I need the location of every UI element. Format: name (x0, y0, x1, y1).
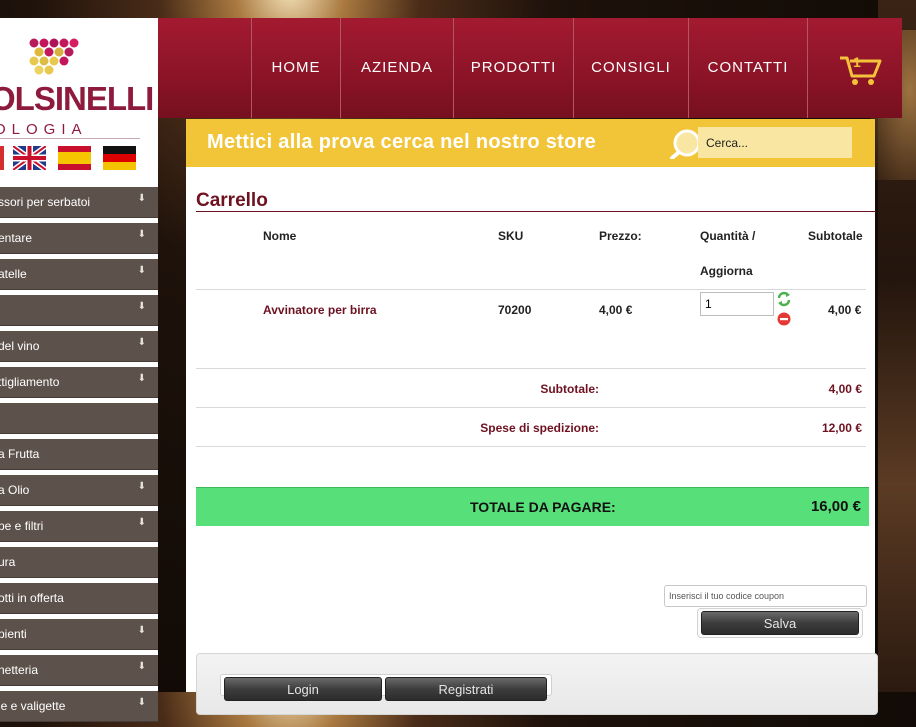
brand-logo[interactable]: OLSINELLI OLOGIA (0, 18, 158, 139)
sidebar-item-label: le e valigette (0, 699, 66, 713)
sidebar-item-label: a Olio (0, 483, 30, 497)
sidebar-item-label: pe e filtri (0, 519, 44, 533)
sidebar-item-label: del vino (0, 339, 40, 353)
column-header-quantity: Quantità / (700, 229, 756, 243)
title-divider (196, 211, 876, 212)
total-label: TOTALE DA PAGARE: (470, 499, 616, 515)
logo-divider (0, 138, 140, 139)
sidebar-item[interactable]: del vino ⬇ (0, 331, 158, 362)
sidebar-item[interactable]: pe e filtri ⬇ (0, 511, 158, 542)
page-title: Carrello (196, 190, 268, 211)
sidebar-item-label: netteria (0, 663, 39, 677)
shopping-cart-icon (840, 56, 882, 85)
column-header-sku: SKU (498, 229, 524, 243)
sidebar-item[interactable]: ⬇ (0, 295, 158, 326)
nav-consigli[interactable]: CONSIGLI (573, 18, 688, 118)
sidebar-item-label: ssori per serbatoi (0, 195, 91, 209)
cart-content: Carrello Nome SKU Prezzo: Quantità / Agg… (186, 167, 878, 715)
brand-subtitle: OLOGIA (0, 121, 88, 138)
sidebar-item[interactable]: atelle ⬇ (0, 259, 158, 290)
sidebar-item-label: ttigliamento (0, 375, 60, 389)
chevron-down-icon[interactable]: ⬇ (138, 373, 146, 385)
product-name-link[interactable]: Avvinatore per birra (263, 303, 377, 317)
cart-count-badge: 1 (853, 54, 861, 70)
column-header-name: Nome (263, 229, 297, 243)
sidebar-item[interactable]: pienti ⬇ (0, 619, 158, 650)
product-subtotal: 4,00 € (828, 303, 862, 317)
chevron-down-icon[interactable]: ⬇ (138, 517, 146, 529)
flag-italian-icon[interactable] (0, 146, 4, 170)
top-navigation: HOME AZIENDA PRODOTTI CONSIGLI CONTATTI … (158, 18, 902, 118)
brand-name: OLSINELLI (0, 80, 154, 117)
sidebar-item-label: a Frutta (0, 447, 40, 461)
column-header-subtotal: Subtotale (808, 229, 863, 243)
subtotal-value: 4,00 € (828, 382, 862, 396)
save-coupon-button[interactable]: Salva (701, 611, 859, 635)
sidebar-item[interactable]: a Frutta (0, 439, 158, 470)
sidebar-item[interactable]: ura (0, 547, 158, 578)
shipping-label: Spese di spedizione: (480, 421, 599, 435)
chevron-down-icon[interactable]: ⬇ (138, 661, 146, 673)
chevron-down-icon[interactable]: ⬇ (138, 193, 146, 205)
search-banner: Mettici alla prova cerca nel nostro stor… (186, 119, 875, 167)
subtotal-label: Subtotale: (540, 382, 599, 396)
sidebar-item[interactable]: a Olio ⬇ (0, 475, 158, 506)
chevron-down-icon[interactable]: ⬇ (138, 625, 146, 637)
nav-azienda[interactable]: AZIENDA (340, 18, 453, 118)
search-input[interactable] (698, 127, 852, 158)
sidebar-item[interactable]: le e valigette ⬇ (0, 691, 158, 722)
quantity-input[interactable] (700, 292, 774, 316)
chevron-down-icon[interactable]: ⬇ (138, 697, 146, 709)
nav-contatti[interactable]: CONTATTI (688, 18, 807, 118)
total-bar: TOTALE DA PAGARE: 16,00 € (196, 487, 869, 526)
sidebar-item-label: ura (0, 555, 16, 569)
chevron-down-icon[interactable]: ⬇ (138, 337, 146, 349)
sidebar-item[interactable]: netteria ⬇ (0, 655, 158, 686)
grapes-icon (29, 38, 79, 75)
remove-icon[interactable] (777, 312, 791, 326)
row-divider (196, 407, 866, 408)
sidebar-item-label: atelle (0, 267, 27, 281)
header-divider (196, 289, 866, 290)
sidebar-item[interactable]: ttigliamento ⬇ (0, 367, 158, 398)
chevron-down-icon[interactable]: ⬇ (138, 481, 146, 493)
search-box (670, 127, 856, 159)
nav-prodotti[interactable]: PRODOTTI (453, 18, 573, 118)
row-divider (196, 368, 866, 369)
register-button[interactable]: Registrati (385, 677, 547, 701)
sidebar-item[interactable]: entare ⬇ (0, 223, 158, 254)
chevron-down-icon[interactable]: ⬇ (138, 229, 146, 241)
coupon-input[interactable] (664, 585, 867, 607)
login-button[interactable]: Login (224, 677, 382, 701)
product-sku: 70200 (498, 303, 532, 317)
row-divider (196, 446, 866, 447)
chevron-down-icon[interactable]: ⬇ (138, 301, 146, 313)
flag-english-icon[interactable] (13, 146, 46, 170)
flag-german-icon[interactable] (103, 146, 136, 170)
search-title: Mettici alla prova cerca nel nostro stor… (207, 131, 597, 153)
refresh-icon[interactable] (776, 291, 792, 307)
sidebar-item[interactable]: otti in offerta (0, 583, 158, 614)
sidebar-item-label: entare (0, 231, 33, 245)
nav-home[interactable]: HOME (251, 18, 340, 118)
sidebar-item-label: pienti (0, 627, 27, 641)
union-jack-icon (13, 146, 46, 170)
sidebar-item-label: otti in offerta (0, 591, 64, 605)
chevron-down-icon[interactable]: ⬇ (138, 265, 146, 277)
language-selector (0, 146, 158, 172)
column-header-update: Aggiorna (700, 264, 753, 278)
shipping-value: 12,00 € (821, 421, 862, 435)
column-header-price: Prezzo: (599, 229, 642, 243)
product-price: 4,00 € (599, 303, 633, 317)
total-value: 16,00 € (810, 498, 861, 515)
sidebar-item[interactable] (0, 403, 158, 434)
sidebar-item[interactable]: ssori per serbatoi ⬇ (0, 187, 158, 218)
flag-spanish-icon[interactable] (58, 146, 91, 170)
sidebar-menu: ssori per serbatoi ⬇ entare ⬇ atelle ⬇ ⬇ del vi… (0, 187, 158, 727)
